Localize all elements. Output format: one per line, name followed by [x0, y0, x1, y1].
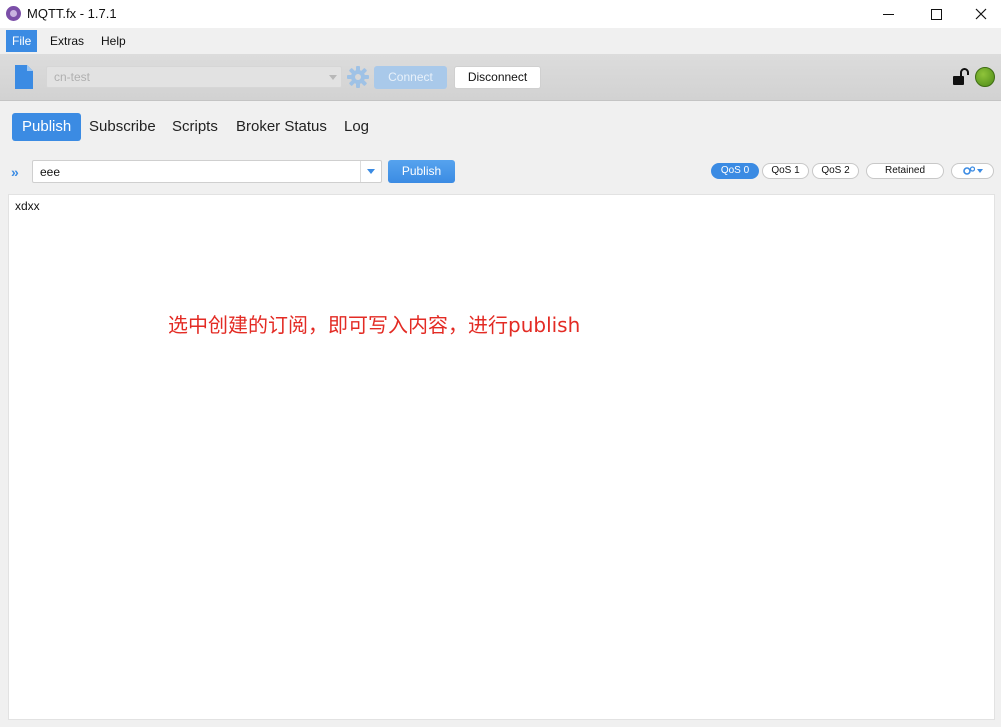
close-button[interactable] — [958, 0, 1001, 28]
maximize-icon — [930, 8, 942, 20]
connection-profile-value: cn-test — [54, 70, 91, 84]
minimize-icon — [882, 13, 894, 15]
expand-icon[interactable]: » — [11, 164, 19, 180]
annotation-text: 选中创建的订阅，即可写入内容，进行publish — [168, 313, 581, 337]
close-icon — [975, 8, 987, 20]
connection-status-indicator — [975, 67, 995, 87]
menu-extras[interactable]: Extras — [44, 30, 90, 52]
publish-options-button[interactable] — [951, 163, 994, 179]
gears-icon — [962, 166, 975, 175]
message-payload-text: xdxx — [15, 199, 40, 213]
minimize-button[interactable] — [865, 0, 911, 28]
maximize-button[interactable] — [913, 0, 959, 28]
menu-bar: File Extras Help — [0, 28, 1001, 54]
tab-scripts[interactable]: Scripts — [162, 113, 228, 141]
message-payload-editor[interactable]: xdxx — [8, 194, 995, 720]
edit-profiles-icon[interactable] — [14, 65, 34, 89]
topic-dropdown-button[interactable] — [360, 161, 381, 182]
chevron-down-icon — [329, 75, 337, 80]
tab-broker-status[interactable]: Broker Status — [226, 113, 337, 141]
title-bar: MQTT.fx - 1.7.1 — [0, 0, 1001, 28]
publish-button[interactable]: Publish — [388, 160, 455, 183]
connection-toolbar: cn-test Connect Disconnect — [0, 54, 1001, 101]
retained-toggle[interactable]: Retained — [866, 163, 944, 179]
unlock-icon — [953, 68, 969, 85]
chevron-down-icon — [976, 169, 983, 173]
connection-profile-select[interactable]: cn-test — [46, 66, 342, 88]
tab-subscribe[interactable]: Subscribe — [79, 113, 166, 141]
app-icon — [6, 6, 21, 21]
tab-log[interactable]: Log — [334, 113, 379, 141]
window-title: MQTT.fx - 1.7.1 — [27, 6, 117, 21]
tab-publish[interactable]: Publish — [12, 113, 82, 141]
menu-help[interactable]: Help — [95, 30, 132, 52]
menu-file[interactable]: File — [6, 30, 38, 52]
topic-value: eee — [40, 165, 61, 179]
connect-button[interactable]: Connect — [374, 66, 447, 89]
gear-icon[interactable] — [347, 66, 369, 88]
qos-0-toggle[interactable]: QoS 0 — [711, 163, 759, 179]
topic-input[interactable]: eee — [32, 160, 382, 183]
qos-2-toggle[interactable]: QoS 2 — [812, 163, 859, 179]
qos-1-toggle[interactable]: QoS 1 — [762, 163, 809, 179]
disconnect-button[interactable]: Disconnect — [454, 66, 541, 89]
chevron-down-icon — [367, 169, 375, 174]
